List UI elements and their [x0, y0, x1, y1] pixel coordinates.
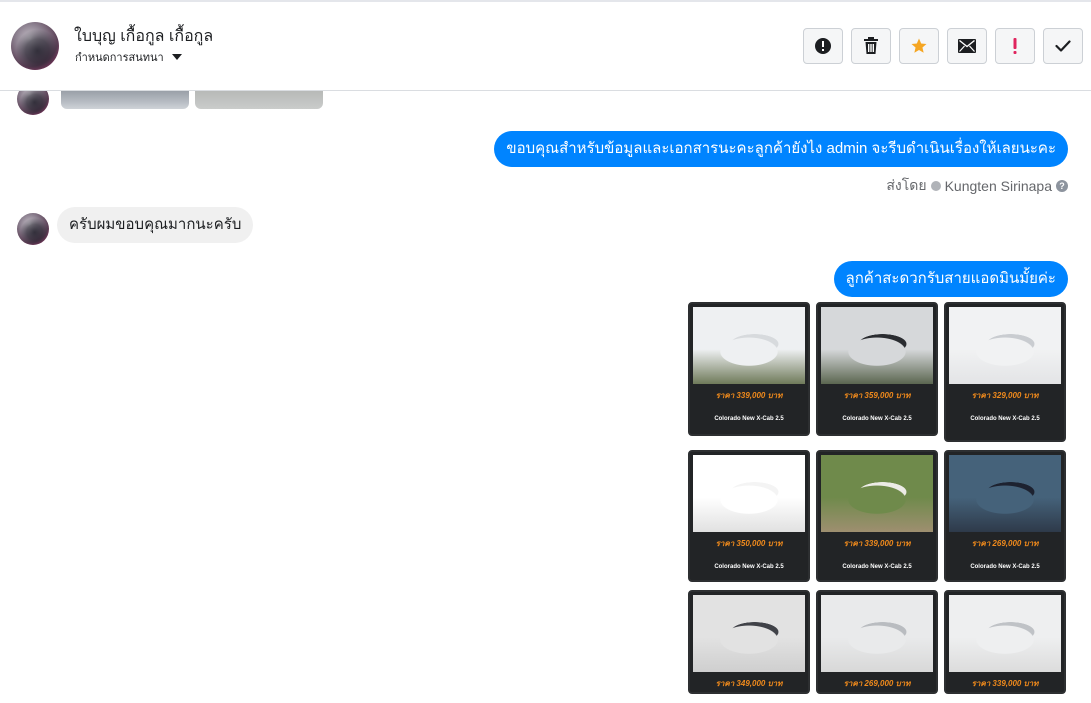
- car-listing-image[interactable]: ราคา 329,000 บาท Colorado New X-Cab 2.5: [944, 302, 1066, 442]
- car-photo: [693, 307, 805, 384]
- car-price: ราคา 339,000 บาท: [715, 391, 783, 400]
- contact-name[interactable]: ใบบุญ เกื้อกูล เกื้อกูล: [74, 24, 213, 49]
- check-icon: [1055, 40, 1071, 52]
- car-photo: [821, 455, 933, 532]
- done-button[interactable]: [1043, 28, 1083, 64]
- car-listing-image[interactable]: ราคา 350,000 บาท Colorado New X-Cab 2.5: [688, 450, 810, 582]
- exclamation-circle-icon: [815, 38, 831, 54]
- car-model: Colorado New X-Cab 2.5: [842, 564, 912, 570]
- car-price: ราคา 339,000 บาท: [971, 679, 1039, 688]
- priority-button[interactable]: [995, 28, 1035, 64]
- image-attachment[interactable]: [61, 91, 189, 109]
- car-model: Colorado New X-Cab 2.5: [842, 416, 912, 422]
- car-photo: [821, 595, 933, 672]
- incoming-message[interactable]: ครับผมขอบคุณมากนะครับ: [57, 207, 254, 243]
- sent-by-name[interactable]: Kungten Sirinapa: [945, 178, 1052, 194]
- car-listing-image[interactable]: ราคา 359,000 บาท Colorado New X-Cab 2.5: [816, 302, 938, 436]
- star-button[interactable]: [899, 28, 939, 64]
- help-icon[interactable]: ?: [1056, 180, 1068, 192]
- caret-down-icon: [171, 54, 182, 60]
- report-button[interactable]: [803, 28, 843, 64]
- sent-by-prefix: ส่งโดย: [886, 177, 927, 193]
- car-listing-image[interactable]: ราคา 269,000 บาท Colorado New X-Cab 2.5: [944, 450, 1066, 582]
- car-price: ราคา 350,000 บาท: [715, 539, 783, 548]
- outgoing-message[interactable]: ลูกค้าสะดวกรับสายแอดมินมั้ยค่ะ: [833, 261, 1068, 297]
- car-model: Colorado New X-Cab 2.5: [970, 416, 1040, 422]
- trash-icon: [864, 37, 878, 54]
- car-price: ราคา 329,000 บาท: [971, 391, 1039, 400]
- image-attachment[interactable]: [195, 91, 323, 109]
- car-listing-image[interactable]: ราคา 269,000 บาท: [816, 590, 938, 694]
- exclamation-icon: [1013, 38, 1017, 54]
- car-photo: [949, 455, 1061, 532]
- car-listing-image[interactable]: ราคา 339,000 บาท Colorado New X-Cab 2.5: [688, 302, 810, 436]
- car-model: Colorado New X-Cab 2.5: [970, 564, 1040, 570]
- assign-conversation-dropdown[interactable]: กำหนดการสนทนา: [75, 48, 182, 66]
- contact-avatar[interactable]: [11, 22, 59, 70]
- sender-avatar: [17, 91, 49, 115]
- sent-by-label: ส่งโดย Kungten Sirinapa ?: [886, 175, 1068, 197]
- car-price: ราคา 359,000 บาท: [843, 391, 911, 400]
- car-price: ราคา 269,000 บาท: [971, 539, 1039, 548]
- conversation-header: ใบบุญ เกื้อกูล เกื้อกูล กำหนดการสนทนา: [0, 2, 1091, 91]
- header-actions: [803, 28, 1083, 64]
- delete-button[interactable]: [851, 28, 891, 64]
- car-photo: [693, 455, 805, 532]
- car-price: ราคา 349,000 บาท: [715, 679, 783, 688]
- car-photo: [949, 307, 1061, 384]
- message-thread[interactable]: ขอบคุณสำหรับข้อมูลและเอกสารนะคะลูกค้ายัง…: [0, 91, 1091, 703]
- car-photo: [949, 595, 1061, 672]
- car-photo: [821, 307, 933, 384]
- outgoing-message[interactable]: ขอบคุณสำหรับข้อมูลและเอกสารนะคะลูกค้ายัง…: [494, 131, 1068, 167]
- star-icon: [911, 38, 927, 53]
- car-listing-image[interactable]: ราคา 339,000 บาท Colorado New X-Cab 2.5: [816, 450, 938, 582]
- mark-unread-button[interactable]: [947, 28, 987, 64]
- car-price: ราคา 339,000 บาท: [843, 539, 911, 548]
- car-model: Colorado New X-Cab 2.5: [714, 416, 784, 422]
- envelope-icon: [958, 39, 976, 53]
- assign-conversation-label: กำหนดการสนทนา: [75, 52, 164, 64]
- car-price: ราคา 269,000 บาท: [843, 679, 911, 688]
- sender-avatar: [17, 213, 49, 245]
- verified-icon: [930, 181, 941, 191]
- car-listing-image[interactable]: ราคา 339,000 บาท: [944, 590, 1066, 694]
- car-photo: [693, 595, 805, 672]
- car-model: Colorado New X-Cab 2.5: [714, 564, 784, 570]
- car-listing-image[interactable]: ราคา 349,000 บาท: [688, 590, 810, 694]
